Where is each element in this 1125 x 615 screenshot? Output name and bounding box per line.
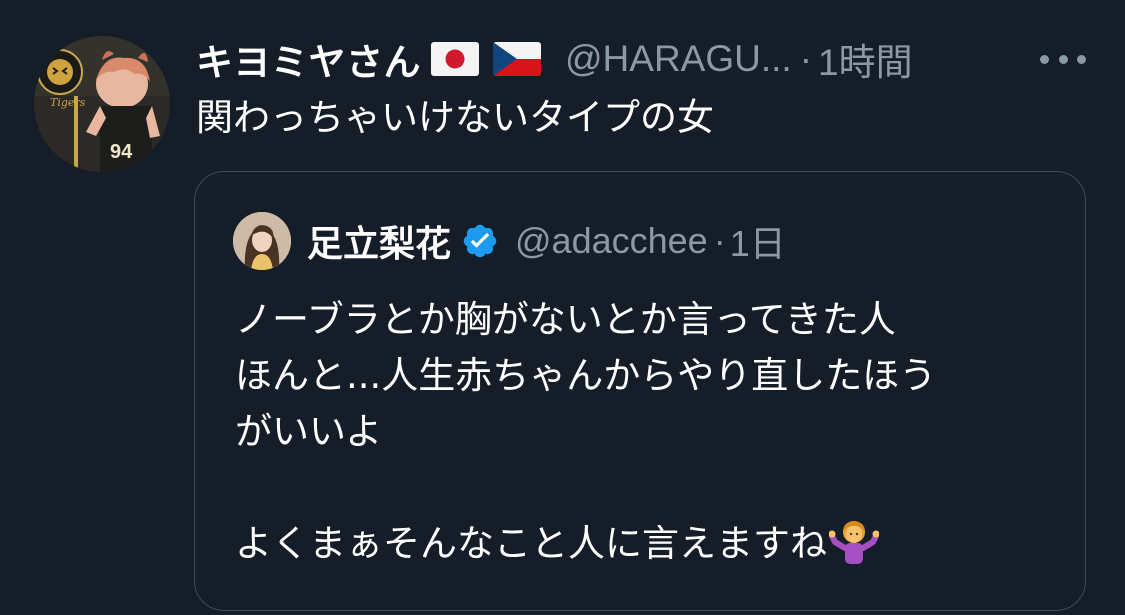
quoted-avatar-image	[233, 212, 291, 270]
quoted-text-line: よくまぁそんなこと人に言えますね	[235, 522, 827, 565]
avatar-image: Tigers 94	[34, 36, 170, 172]
quoted-tweet-header: 足立梨花 @adacchee · 1日	[307, 216, 786, 266]
woman-shrugging-icon	[828, 518, 880, 564]
quoted-text-line: ほんと...人生赤ちゃんからやり直したほう	[235, 354, 937, 397]
quoted-text-line	[235, 460, 1075, 516]
quoted-meta-separator: ·	[713, 220, 726, 261]
user-handle[interactable]: @HARAGU...	[565, 38, 792, 80]
tweet-time[interactable]: 1時間	[818, 32, 913, 86]
quoted-text-line: がいいよ	[235, 410, 383, 453]
japan-flag-icon	[431, 42, 479, 76]
czech-flag-icon	[493, 42, 541, 76]
avatar-jersey-number: 94	[110, 141, 133, 163]
quoted-text-last-line: よくまぁそんなこと人に言えますね	[235, 516, 1075, 572]
avatar-tag-text: Tigers	[50, 96, 86, 109]
tweet[interactable]: Tigers 94 キヨミヤさん @HARAGU... · 1時間 関わっちゃい…	[0, 0, 1125, 615]
more-options-icon[interactable]	[1040, 54, 1086, 64]
meta-separator: ·	[799, 38, 813, 79]
quoted-display-name[interactable]: 足立梨花	[307, 215, 451, 267]
user-avatar[interactable]: Tigers 94	[34, 36, 170, 172]
quoted-text-line: ノーブラとか胸がないとか言ってきた人	[235, 298, 896, 341]
quoted-tweet-time[interactable]: 1日	[730, 215, 786, 267]
quoted-user-handle[interactable]: @adacchee	[515, 220, 708, 262]
verified-badge-icon	[461, 222, 499, 260]
quoted-tweet-text: ノーブラとか胸がないとか言ってきた人 ほんと...人生赤ちゃんからやり直したほう…	[235, 292, 1075, 572]
display-name[interactable]: キヨミヤさん	[196, 32, 421, 86]
quoted-tweet-card[interactable]: 足立梨花 @adacchee · 1日 ノーブラとか胸がないとか言ってきた人 ほ…	[194, 171, 1086, 611]
quoted-user-avatar[interactable]	[233, 212, 291, 270]
tweet-text: 関わっちゃいけないタイプの女	[196, 96, 714, 139]
tweet-header: キヨミヤさん @HARAGU... · 1時間	[196, 32, 913, 86]
